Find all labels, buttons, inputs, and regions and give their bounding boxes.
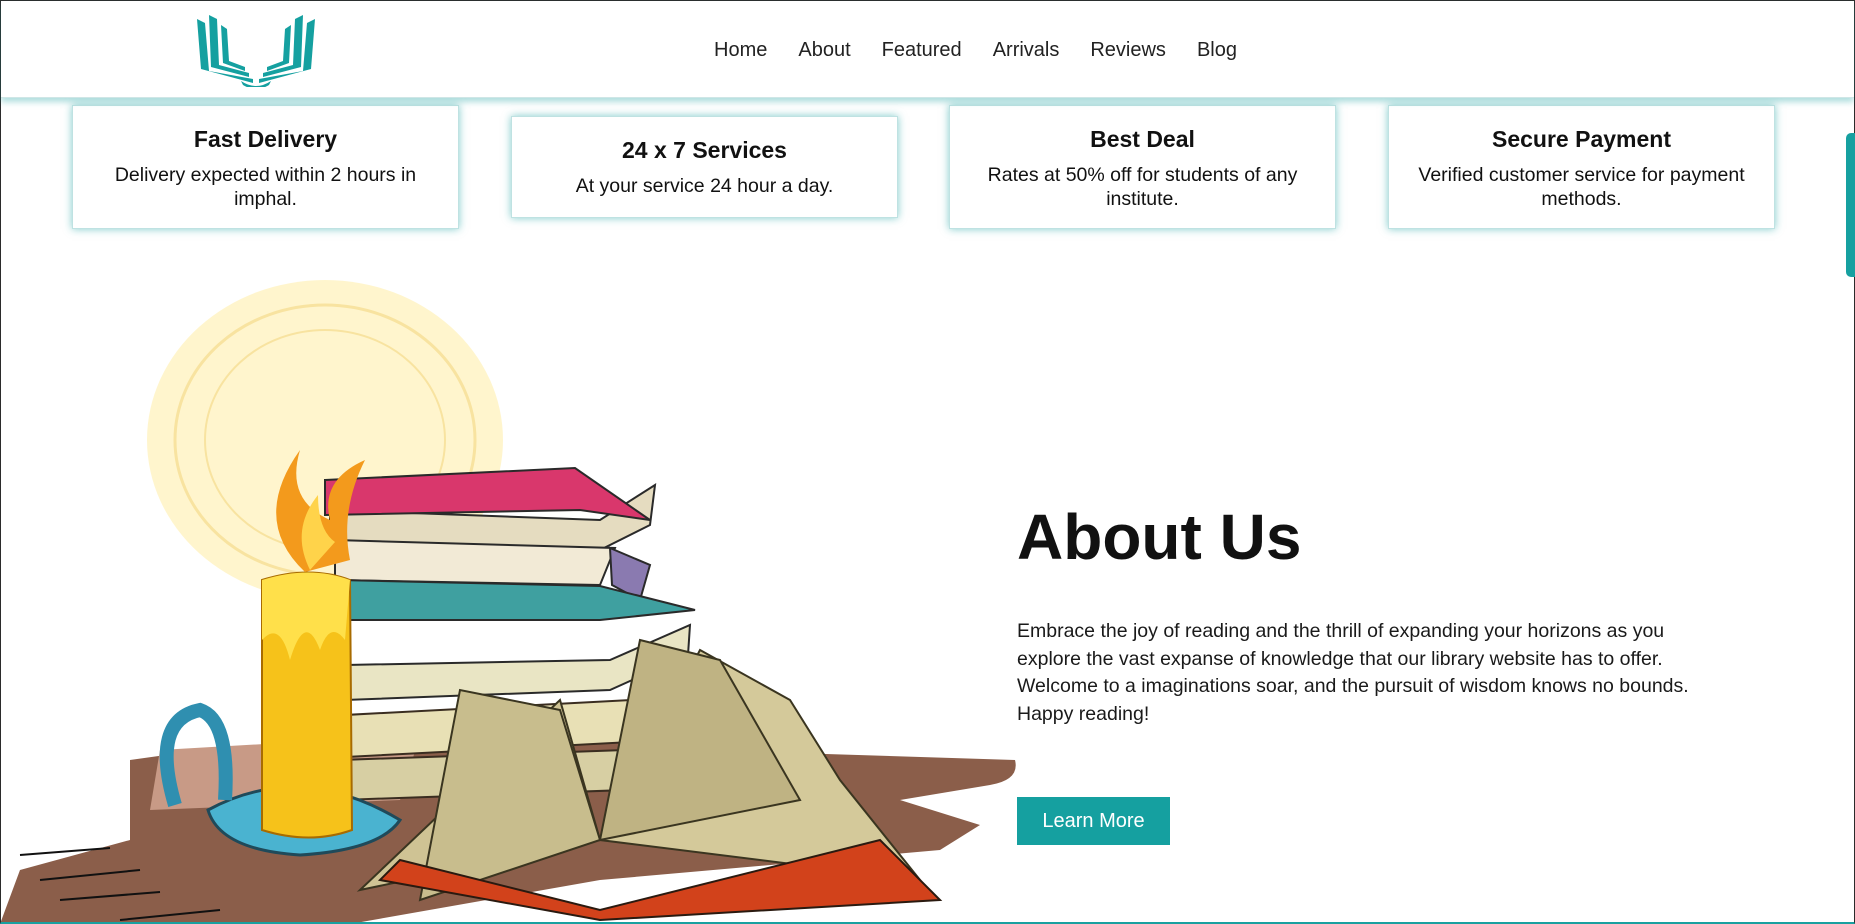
feature-text: At your service 24 hour a day. (575, 175, 834, 197)
nav-item-blog[interactable]: Blog (1197, 39, 1237, 62)
feature-text: Verified customer service for payment me… (1418, 164, 1745, 210)
open-book-logo-icon[interactable] (191, 11, 321, 87)
feature-text: Rates at 50% off for students of any ins… (987, 164, 1298, 210)
feature-card-secure-payment: Secure Payment Verified customer service… (1388, 105, 1775, 229)
about-title: About Us (1017, 501, 1302, 573)
feature-title: 24 x 7 Services (622, 137, 787, 163)
feature-title: Secure Payment (1492, 126, 1671, 152)
feature-title: Fast Delivery (193, 126, 338, 152)
learn-more-button[interactable]: Learn More (1017, 797, 1170, 845)
nav-item-reviews[interactable]: Reviews (1090, 39, 1166, 62)
feature-title: Best Deal (1090, 126, 1195, 152)
scrollbar-thumb[interactable] (1846, 133, 1855, 277)
site-header: Home About Featured Arrivals Reviews Blo… (1, 1, 1854, 98)
nav-item-home[interactable]: Home (714, 39, 767, 62)
main-nav: Home About Featured Arrivals Reviews Blo… (714, 39, 1237, 62)
feature-text: Delivery expected within 2 hours in imph… (114, 164, 417, 210)
about-description: Embrace the joy of reading and the thril… (1017, 620, 1689, 726)
feature-card-24x7-services: 24 x 7 Services At your service 24 hour … (511, 116, 898, 218)
feature-card-best-deal: Best Deal Rates at 50% off for students … (949, 105, 1336, 229)
nav-item-arrivals[interactable]: Arrivals (993, 39, 1060, 62)
nav-item-featured[interactable]: Featured (882, 39, 962, 62)
nav-item-about[interactable]: About (798, 39, 850, 62)
books-candle-illustration (0, 280, 1016, 924)
feature-card-fast-delivery: Fast Delivery Delivery expected within 2… (72, 105, 459, 229)
